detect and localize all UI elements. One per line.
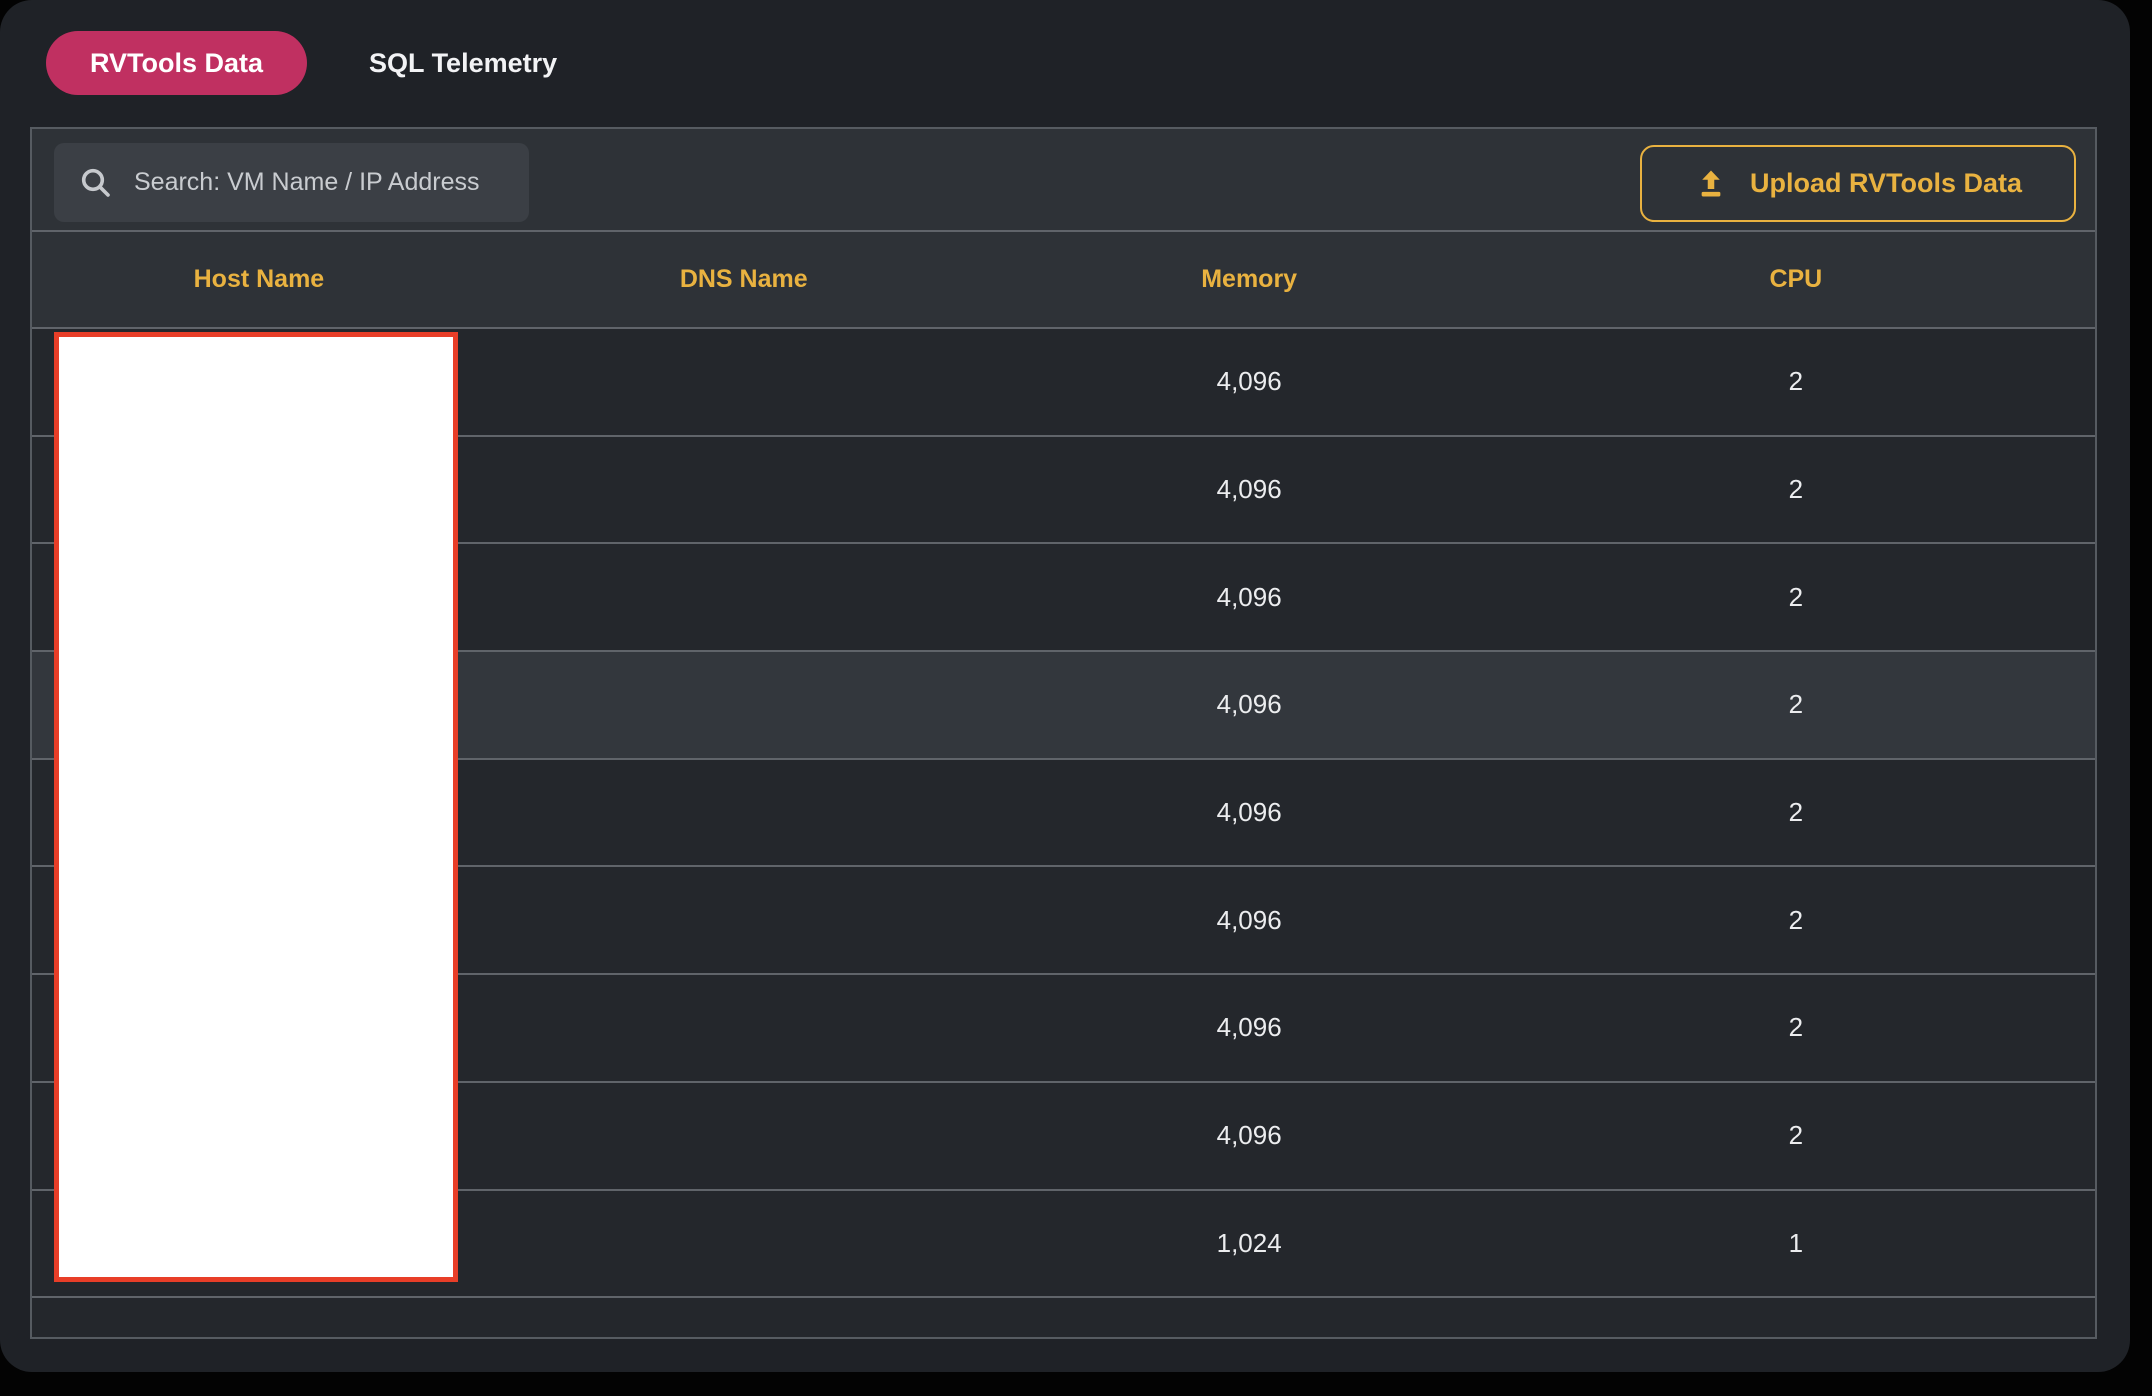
cell-memory: 4,096: [1002, 797, 1497, 828]
table-header-row: Host Name DNS Name Memory CPU: [32, 230, 2095, 329]
cell-memory: 4,096: [1002, 689, 1497, 720]
search-box[interactable]: [54, 143, 529, 222]
cell-cpu: 2: [1497, 582, 2095, 613]
cell-cpu: 2: [1497, 1012, 2095, 1043]
upload-rvtools-button[interactable]: Upload RVTools Data: [1640, 145, 2076, 222]
tab-rvtools-data[interactable]: RVTools Data: [46, 31, 307, 95]
cell-cpu: 2: [1497, 797, 2095, 828]
cell-memory: 4,096: [1002, 366, 1497, 397]
cell-memory: 4,096: [1002, 905, 1497, 936]
cell-memory: 4,096: [1002, 1120, 1497, 1151]
tabs-bar: RVTools Data SQL Telemetry: [46, 31, 557, 95]
cell-cpu: 1: [1497, 1228, 2095, 1259]
cell-cpu: 2: [1497, 474, 2095, 505]
tab-sql-telemetry[interactable]: SQL Telemetry: [369, 48, 557, 79]
app-window: RVTools Data SQL Telemetry: [0, 0, 2130, 1372]
toolbar: Upload RVTools Data: [32, 129, 2095, 230]
table-header-dns-name: DNS Name: [486, 265, 1002, 294]
cell-memory: 4,096: [1002, 1012, 1497, 1043]
table-header-host-name: Host Name: [32, 265, 486, 294]
search-input[interactable]: [134, 168, 511, 197]
cell-cpu: 2: [1497, 366, 2095, 397]
table-header-memory: Memory: [1002, 265, 1497, 294]
cell-cpu: 2: [1497, 905, 2095, 936]
upload-icon: [1694, 167, 1728, 201]
tab-rvtools-data-label: RVTools Data: [90, 48, 263, 79]
redaction-overlay: [54, 332, 458, 1282]
cell-cpu: 2: [1497, 689, 2095, 720]
cell-memory: 4,096: [1002, 582, 1497, 613]
search-icon: [78, 165, 134, 201]
table-header-cpu: CPU: [1497, 265, 2095, 294]
cell-memory: 1,024: [1002, 1228, 1497, 1259]
tab-sql-telemetry-label: SQL Telemetry: [369, 48, 557, 78]
cell-memory: 4,096: [1002, 474, 1497, 505]
cell-cpu: 2: [1497, 1120, 2095, 1151]
upload-button-label: Upload RVTools Data: [1750, 168, 2022, 199]
